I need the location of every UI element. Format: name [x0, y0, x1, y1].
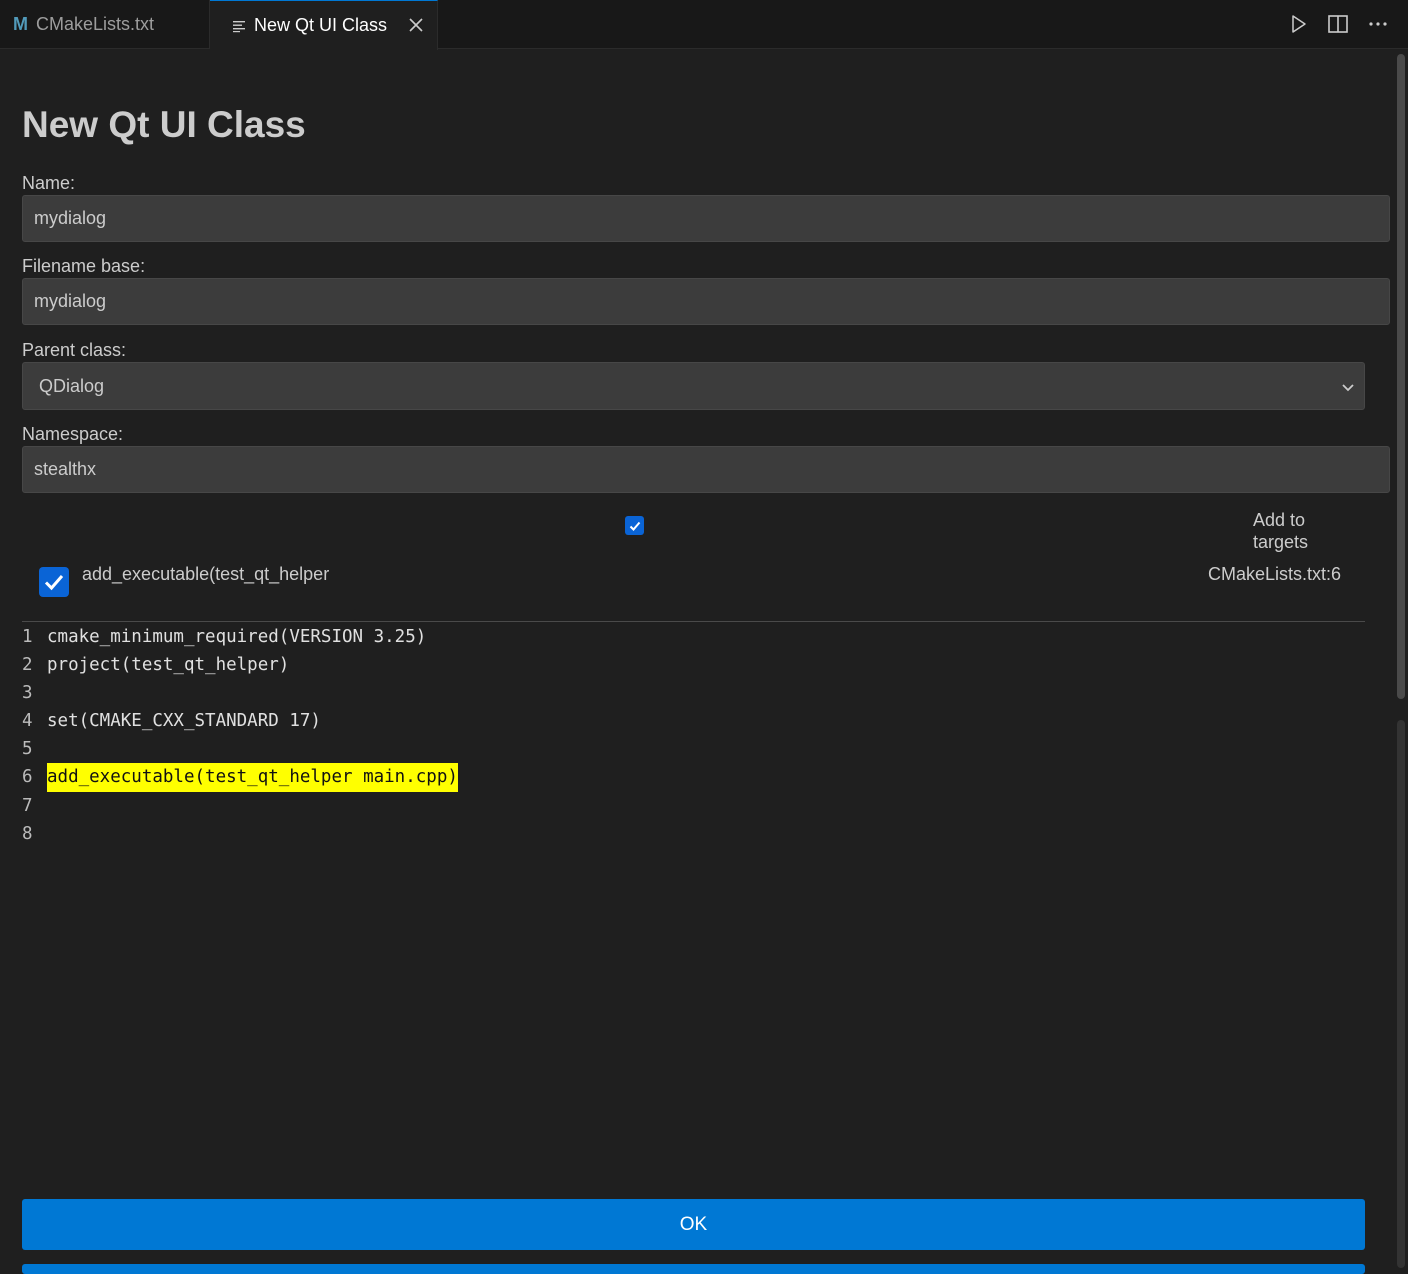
- code-line: 3: [22, 679, 458, 707]
- code-line: 5: [22, 735, 458, 763]
- tab-cmakelists[interactable]: M CMakeLists.txt: [0, 0, 210, 49]
- target-location[interactable]: CMakeLists.txt:6: [1208, 564, 1341, 585]
- line-number: 8: [22, 823, 33, 844]
- code-line: 6 add_executable(test_qt_helper main.cpp): [22, 763, 458, 792]
- line-number: 7: [22, 795, 33, 816]
- cmake-m-icon: M: [13, 14, 28, 34]
- editor-actions: [1286, 12, 1390, 36]
- more-actions-icon[interactable]: [1366, 12, 1390, 36]
- target-checkbox[interactable]: [39, 567, 69, 597]
- split-editor-icon[interactable]: [1326, 12, 1350, 36]
- line-number: 1: [22, 627, 33, 647]
- highlighted-code-text: add_executable(test_qt_helper main.cpp): [47, 763, 458, 792]
- vertical-scrollbar[interactable]: [1394, 49, 1408, 1268]
- line-number: 6: [22, 767, 33, 788]
- line-number: 2: [22, 655, 33, 676]
- name-input[interactable]: [22, 195, 1390, 242]
- tab-label: CMakeLists.txt: [36, 14, 155, 34]
- tab-label: New Qt UI Class: [254, 15, 388, 35]
- scrollbar-track-lower: [1397, 720, 1405, 1268]
- tab-new-qt-ui-class[interactable]: New Qt UI Class: [210, 0, 438, 50]
- code-line: 7: [22, 792, 458, 820]
- parent-class-value: QDialog: [39, 375, 105, 396]
- code-text: cmake_minimum_required(VERSION 3.25): [47, 627, 427, 647]
- close-icon[interactable]: [407, 16, 425, 39]
- code-line: 1 cmake_minimum_required(VERSION 3.25): [22, 623, 458, 651]
- namespace-input[interactable]: [22, 446, 1390, 493]
- divider: [22, 621, 1365, 622]
- scrollbar-thumb[interactable]: [1397, 54, 1405, 699]
- secondary-button[interactable]: [22, 1264, 1365, 1274]
- run-icon[interactable]: [1286, 12, 1310, 36]
- add-to-targets-checkbox[interactable]: [625, 516, 644, 535]
- code-text: set(CMAKE_CXX_STANDARD 17): [47, 711, 321, 732]
- page-title: New Qt UI Class: [22, 104, 306, 145]
- code-text: project(test_qt_helper): [47, 655, 290, 676]
- parent-class-select[interactable]: QDialog: [22, 362, 1365, 410]
- namespace-label: Namespace:: [22, 424, 124, 444]
- target-name: add_executable(test_qt_helper: [82, 564, 330, 584]
- editor-tab-bar: M CMakeLists.txt New Qt UI Class: [0, 0, 1408, 50]
- code-line: 2 project(test_qt_helper): [22, 651, 458, 679]
- preview-lines-icon: [232, 19, 246, 33]
- code-preview: 1 cmake_minimum_required(VERSION 3.25) 2 pr…: [22, 623, 458, 848]
- code-line: 4 set(CMAKE_CXX_STANDARD 17): [22, 707, 458, 735]
- filename-base-input[interactable]: [22, 278, 1390, 325]
- parent-class-label: Parent class:: [22, 340, 127, 360]
- filename-base-label: Filename base:: [22, 256, 146, 276]
- line-number: 4: [22, 711, 33, 732]
- chevron-down-icon: [1340, 379, 1356, 400]
- name-label: Name:: [22, 173, 76, 193]
- code-line: 8: [22, 820, 458, 848]
- line-number: 3: [22, 683, 33, 704]
- add-to-targets-label: Add to targets: [1253, 510, 1309, 552]
- line-number: 5: [22, 739, 33, 760]
- ok-button[interactable]: OK: [22, 1199, 1365, 1250]
